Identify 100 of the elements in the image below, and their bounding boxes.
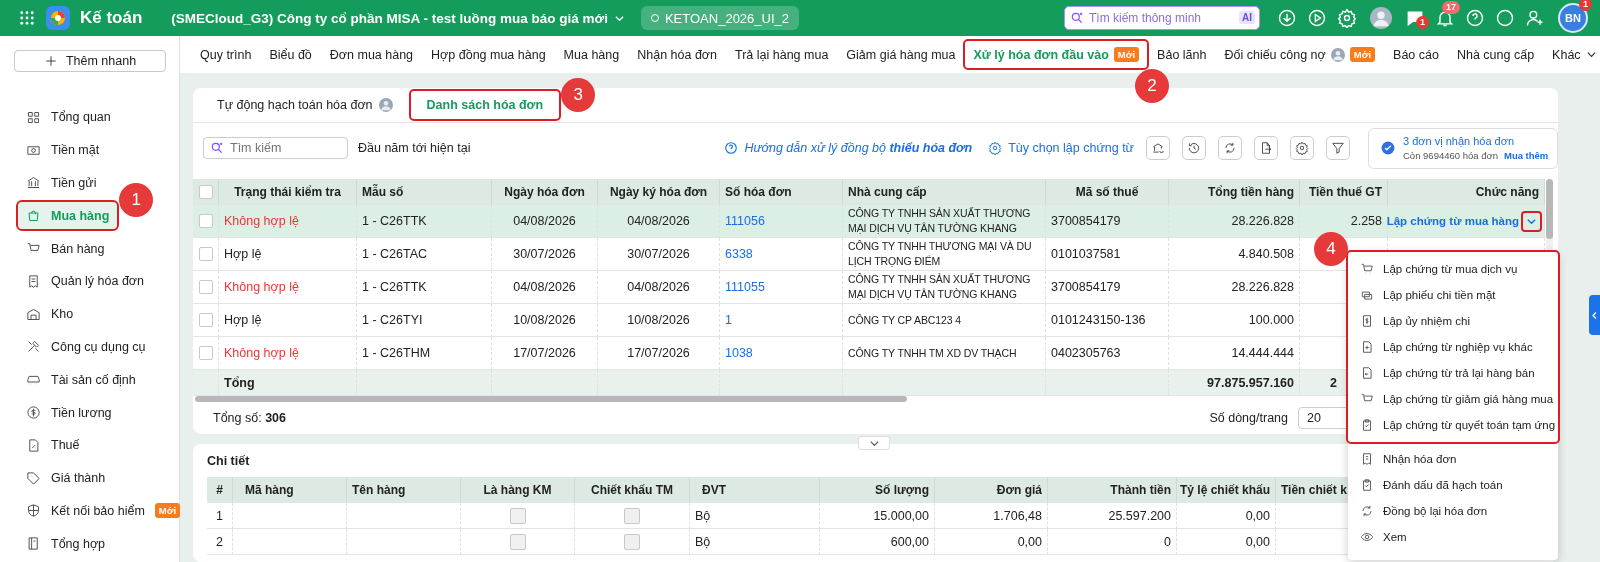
avatar-icon[interactable] (1370, 7, 1392, 29)
row-checkbox[interactable] (198, 247, 213, 261)
search-field[interactable]: Tìm kiếm (203, 137, 348, 159)
sub-tab[interactable]: Tự động hạch toán hóa đơn (209, 91, 401, 119)
row-checkbox[interactable] (198, 280, 213, 294)
sidebar-item[interactable]: Tổng hợp (18, 530, 114, 558)
dropdown-button[interactable] (1523, 212, 1540, 230)
sidebar-item[interactable]: Kho (18, 300, 82, 328)
nav-tab[interactable]: Xử lý hóa đơn đầu vào Mới (965, 41, 1148, 68)
sub-tab[interactable]: Danh sách hóa đơn (410, 91, 560, 119)
quota-title[interactable]: 3 đơn vị nhận hóa đơn (1403, 135, 1549, 147)
guide-link[interactable]: Hướng dẫn xử lý đồng bộ thiếu hóa đơn (724, 141, 973, 155)
help-icon[interactable] (1465, 8, 1485, 28)
nav-tab[interactable]: Nhận hóa đơn (629, 41, 725, 68)
nav-tab[interactable]: Giảm giá hàng mua (838, 41, 964, 68)
status-text: Không hợp lệ (224, 214, 299, 228)
settings-icon[interactable] (1337, 8, 1357, 28)
column-header: Thành tiền (1048, 477, 1177, 503)
scrollbar[interactable] (195, 396, 907, 402)
table-cell: 1 - C26TAC (357, 238, 492, 271)
nav-tab[interactable]: Trả lại hàng mua (727, 41, 837, 68)
period-label[interactable]: Đầu năm tới hiện tại (358, 141, 471, 155)
row-checkbox[interactable] (198, 346, 213, 360)
toolbar-button[interactable] (1254, 136, 1278, 160)
sidebar-item[interactable]: Bán hàng (18, 235, 113, 263)
side-panel-tab[interactable] (1589, 295, 1600, 335)
table-cell: 1 (207, 503, 233, 529)
discount-checkbox[interactable] (624, 533, 640, 550)
nav-tab[interactable]: Đơn mua hàng (321, 41, 422, 68)
download-icon[interactable] (1277, 8, 1297, 28)
company-selector[interactable]: (SMECloud_G3) Công ty cổ phần MISA - test luồng mua báo giá mới (171, 10, 625, 26)
add-user-icon[interactable] (1525, 8, 1545, 28)
table-cell: CÔNG TY TNHH THƯƠNG MẠI VÀ DU LỊCH TRỌNG ĐIỂM (843, 238, 1046, 271)
menu-item[interactable]: Lập phiếu chi tiền mặt (1348, 282, 1558, 308)
menu-item[interactable]: Xem (1348, 524, 1558, 550)
app-logo-icon (46, 6, 70, 30)
ai-badge: AI (1239, 11, 1255, 24)
sidebar-item[interactable]: Kết nối bảo hiểm Mới (18, 497, 189, 525)
sidebar-item[interactable]: Giá thành (18, 464, 114, 492)
table-cell: 15.000,00 (820, 503, 935, 529)
row-checkbox[interactable] (198, 313, 213, 327)
sidebar-item[interactable]: Quản lý hóa đơn (18, 267, 152, 295)
nav-tab[interactable]: Biểu đồ (261, 41, 320, 68)
table-cell: 0,00 (935, 529, 1048, 555)
collapse-button[interactable] (858, 436, 890, 450)
column-header: Đơn giá (935, 477, 1048, 503)
notification-count: 1 (1579, 0, 1592, 11)
select-all-checkbox[interactable] (198, 184, 213, 199)
row-checkbox[interactable] (198, 214, 213, 228)
sidebar-item[interactable]: Thuế (18, 431, 88, 459)
nav-tab[interactable]: Mua hàng (555, 41, 628, 68)
more-icon[interactable] (1495, 8, 1515, 28)
toolbar-button[interactable] (1182, 136, 1206, 160)
sidebar-item[interactable]: Tiền mặt (18, 136, 108, 164)
search-icon (1070, 11, 1084, 25)
invoice-number-link[interactable]: 111056 (725, 214, 765, 228)
nav-tab[interactable]: Hợp đồng mua hàng (423, 41, 554, 68)
toolbar-button[interactable] (1290, 136, 1314, 160)
table-cell: 28.226.828 (1169, 271, 1300, 304)
toolbar-button[interactable] (1326, 136, 1350, 160)
table-cell: 0 (1048, 529, 1177, 555)
table-cell: 04/08/2026 (598, 205, 720, 238)
invoice-number-link[interactable]: 1 (725, 313, 732, 327)
menu-item[interactable]: Lập chứng từ nghiệp vụ khác (1348, 334, 1558, 360)
nav-tab[interactable]: Khác (1544, 41, 1600, 68)
sidebar-item[interactable]: Tài sản cố định (18, 366, 144, 394)
play-icon[interactable] (1307, 8, 1327, 28)
buy-more-link[interactable]: Mua thêm (1504, 150, 1549, 161)
invoice-number-link[interactable]: 111055 (725, 280, 765, 294)
app-grid-icon[interactable] (20, 11, 34, 25)
sidebar-item[interactable]: Tiền lương (18, 399, 120, 427)
menu-item[interactable]: Lập chứng từ mua dịch vụ (1348, 256, 1558, 282)
nav-tab[interactable]: Báo cáo (1385, 41, 1447, 68)
table-cell: 04/08/2026 (492, 205, 598, 238)
sidebar-item[interactable]: Tổng quan (18, 103, 119, 131)
menu-item[interactable]: Lập ủy nhiệm chi (1348, 308, 1558, 334)
table-cell: 100.000 (1169, 304, 1300, 337)
table-cell: 97.875.957.160 (1169, 370, 1300, 396)
promo-checkbox[interactable] (509, 507, 526, 524)
toolbar-button[interactable] (1146, 136, 1170, 160)
discount-checkbox[interactable] (624, 507, 640, 524)
voucher-options-link[interactable]: Tùy chọn lập chứng từ (988, 141, 1134, 155)
eye-icon (1360, 530, 1374, 544)
invoice-number-link[interactable]: 6338 (725, 247, 753, 261)
promo-checkbox[interactable] (509, 533, 526, 550)
table-cell: CÔNG TY CP ABC123 4 (843, 304, 1046, 337)
cart-icon (1360, 392, 1374, 406)
status-text: Hợp lệ (224, 313, 262, 327)
quick-add-button[interactable]: Thêm nhanh (14, 50, 166, 72)
sidebar-item[interactable]: Công cụ dụng cụ (18, 333, 154, 361)
nav-tab[interactable]: Đối chiếu công nợ Mới (1216, 41, 1384, 68)
sidebar-item[interactable]: Tiền gửi (18, 169, 105, 197)
menu-item[interactable]: Nhận hóa đơn (1348, 446, 1558, 472)
nav-tab[interactable]: Nhà cung cấp (1448, 41, 1543, 68)
column-header: Chiết khấu TM (575, 477, 690, 503)
nav-tab[interactable]: Quy trình (192, 41, 260, 68)
invoice-number-link[interactable]: 1038 (725, 346, 753, 360)
nav-tab[interactable]: Bảo lãnh (1149, 41, 1215, 68)
new-badge: Mới (154, 503, 181, 519)
create-voucher-link[interactable]: Lập chứng từ mua hàng (1386, 215, 1519, 227)
